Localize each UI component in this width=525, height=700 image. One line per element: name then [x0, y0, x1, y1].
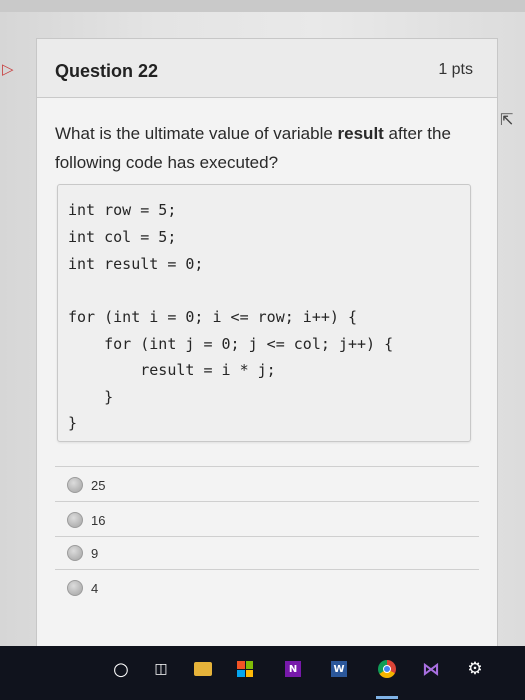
top-edge — [0, 0, 525, 12]
taskbar: ○ ◫ N W ⋈ ⚙ — [0, 646, 525, 700]
answer-divider — [55, 536, 479, 537]
chrome-icon[interactable] — [376, 658, 398, 680]
radio-button[interactable] — [67, 580, 83, 596]
radio-button[interactable] — [67, 477, 83, 493]
answer-option[interactable]: 25 — [67, 473, 105, 497]
prompt-text-start: What is the ultimate value of variable — [55, 124, 338, 143]
question-card: Question 22 1 pts What is the ultimate v… — [36, 38, 498, 649]
active-app-indicator — [376, 696, 398, 699]
cortana-circle-icon[interactable]: ○ — [110, 658, 132, 680]
question-title: Question 22 — [55, 61, 159, 81]
code-line: int result = 0; — [68, 255, 204, 273]
answer-option[interactable]: 4 — [67, 576, 98, 600]
answer-divider — [55, 569, 479, 570]
answer-option[interactable]: 16 — [67, 508, 105, 532]
question-prompt: What is the ultimate value of variable r… — [55, 119, 475, 177]
radio-button[interactable] — [67, 512, 83, 528]
code-line: int col = 5; — [68, 228, 177, 246]
folder-icon[interactable] — [192, 658, 214, 680]
answer-label: 16 — [91, 512, 106, 528]
answer-label: 9 — [91, 545, 99, 561]
word-icon[interactable]: W — [328, 658, 350, 680]
answer-divider — [55, 466, 479, 467]
code-block: int row = 5; int col = 5; int result = 0… — [57, 184, 471, 442]
answer-label: 25 — [91, 477, 106, 493]
visual-studio-icon[interactable]: ⋈ — [420, 658, 442, 680]
word-letter: W — [331, 661, 347, 677]
question-points: 1 pts — [438, 61, 473, 78]
question-header: Question 22 1 pts — [37, 39, 497, 98]
gear-icon[interactable]: ⚙ — [464, 658, 486, 680]
prompt-text-bold: result — [337, 124, 384, 143]
code-line: for (int j = 0; j <= col; j++) { — [68, 335, 394, 353]
onenote-icon[interactable]: N — [282, 658, 304, 680]
task-view-icon[interactable]: ◫ — [150, 658, 172, 680]
code-line: } — [68, 388, 114, 406]
onenote-letter: N — [285, 661, 301, 677]
code-line: result = i * j; — [68, 361, 276, 379]
answer-option[interactable]: 9 — [67, 541, 98, 565]
flag-icon[interactable]: ▷ — [0, 60, 24, 80]
answer-divider — [55, 501, 479, 502]
code-line: } — [68, 414, 78, 432]
store-icon[interactable] — [234, 658, 256, 680]
mouse-cursor-icon: ⇱ — [500, 112, 514, 129]
code-line: for (int i = 0; i <= row; i++) { — [68, 308, 357, 326]
radio-button[interactable] — [67, 545, 83, 561]
answer-label: 4 — [91, 580, 99, 596]
code-line: int row = 5; — [68, 201, 177, 219]
